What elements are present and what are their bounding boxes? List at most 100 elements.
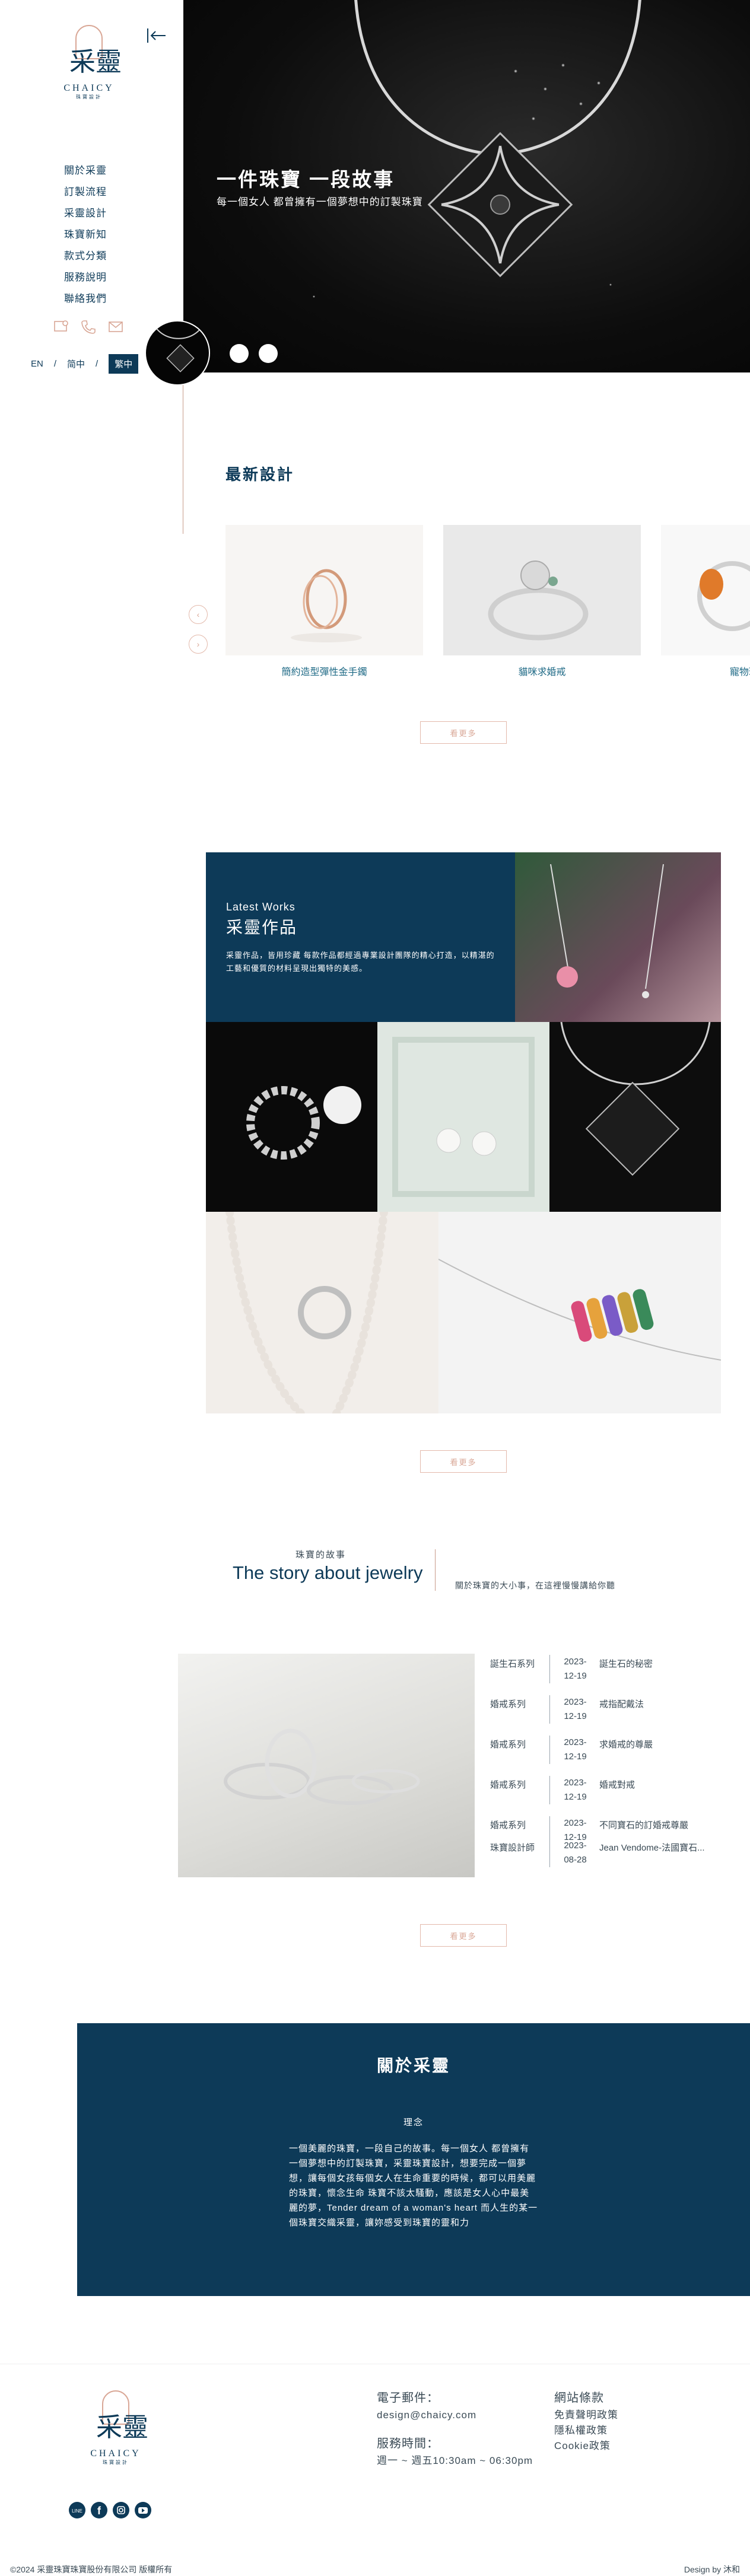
booking-icon[interactable] [53,319,69,335]
nav-item-news[interactable]: 珠寶新知 [64,224,107,246]
hero-dot-2[interactable] [230,344,249,363]
youtube-icon[interactable] [135,2502,151,2518]
story-article-row[interactable]: 婚戒系列 2023-12-19 不同寶石的訂婚戒尊嚴 [490,1816,727,1845]
works-tile-brooch[interactable] [206,1022,377,1212]
brand-tagline: 珠寶設計 [76,94,102,100]
latest-more-button[interactable]: 看更多 [420,721,507,744]
article-title[interactable]: 誕生石的秘密 [599,1655,712,1670]
article-date: 2023-08-28 [549,1839,592,1867]
article-date: 2023-12-19 [549,1655,592,1683]
nav-item-categories[interactable]: 款式分類 [64,246,107,267]
latest-section-title: 最新設計 [225,466,295,483]
works-description: 采靈作品，皆用珍藏 每款作品都經過專業設計團隊的精心打造，以精湛的工藝和優質的材… [226,951,495,973]
email-label: 電子郵件： [377,2392,439,2405]
footer-logo[interactable]: 采靈 CHAICY 珠寶設計 [80,2390,151,2466]
story-title-en: The story about jewelry [233,1562,423,1583]
story-article-row[interactable]: 婚戒系列 2023-12-19 求婚戒的尊嚴 [490,1736,727,1776]
svg-text:LINE: LINE [72,2508,82,2514]
works-more-button[interactable]: 看更多 [420,1450,507,1473]
contact-icons [53,319,123,335]
lang-divider: / [53,359,57,369]
terms-link-privacy[interactable]: 隱私權政策 [554,2423,618,2438]
terms-label: 網站條款 [554,2392,604,2405]
about-text: 一個美麗的珠寶，一段自己的故事。每一個女人 都曾擁有一個夢想中的訂製珠寶，采靈珠… [289,2144,538,2228]
product-card[interactable]: 簡約造型彈性金手鐲 [225,525,423,678]
nav-item-process[interactable]: 訂製流程 [64,182,107,203]
nav-item-about[interactable]: 關於采靈 [64,160,107,182]
hero-subtitle: 每一個女人 都曾擁有一個夢想中的訂製珠寶 [217,196,423,208]
product-image [225,525,423,655]
article-category: 誕生石系列 [490,1659,535,1669]
nav-item-design[interactable]: 采靈設計 [64,203,107,224]
hero-dot-active[interactable] [145,320,210,386]
carousel-prev-button[interactable]: ‹ [189,605,208,624]
svg-text:f: f [97,2505,101,2517]
story-article-list: 誕生石系列 2023-12-19 誕生石的秘密 婚戒系列 2023-12-19 … [490,1655,727,1879]
main-nav: 關於采靈 訂製流程 采靈設計 珠寶新知 款式分類 服務說明 聯絡我們 [64,160,107,310]
works-tile-pearl-necklace[interactable] [206,1212,438,1413]
brand-tagline: 珠寶設計 [103,2460,129,2465]
article-title[interactable]: 不同寶石的訂婚戒尊嚴 [599,1816,712,1831]
article-date: 2023-12-19 [549,1736,592,1764]
story-article-row[interactable]: 婚戒系列 2023-12-19 婚戒對戒 [490,1776,727,1816]
design-credit[interactable]: Design by 沐和 [684,2564,740,2575]
terms-link-cookie[interactable]: Cookie政策 [554,2438,618,2454]
works-tile-earrings[interactable] [515,852,721,1022]
line-icon[interactable]: LINE [69,2502,85,2518]
chevron-left-icon: ‹ [196,610,200,619]
product-image [443,525,641,655]
works-tile-color-necklace[interactable] [438,1212,721,1413]
product-card[interactable]: 寵物珠寶-貓咪 [661,525,750,678]
article-title[interactable]: 戒指配戴法 [599,1695,712,1710]
logo-mark-icon: 采靈 [69,25,122,77]
story-article-row[interactable]: 珠寶設計師 2023-08-28 Jean Vendome-法國寶石... [490,1839,727,1879]
lang-simplified[interactable]: 简中 [67,358,85,370]
works-section: Latest Works 采靈作品 采靈作品，皆用珍藏 每款作品都經過專業設計團… [206,852,721,1413]
hours-value: 週一 ~ 週五10:30am ~ 06:30pm [377,2455,533,2466]
product-label: 貓咪求婚戒 [518,667,566,677]
article-category: 珠寶設計師 [490,1843,535,1853]
lang-en[interactable]: EN [31,359,43,369]
story-article-row[interactable]: 婚戒系列 2023-12-19 戒指配戴法 [490,1695,727,1736]
works-title-zh: 采靈作品 [226,918,298,937]
instagram-icon[interactable] [113,2502,129,2518]
brand-name-en: CHAICY [63,83,115,93]
carousel-next-button[interactable]: › [189,635,208,654]
facebook-icon[interactable]: f [91,2502,107,2518]
story-feature-image[interactable] [178,1654,475,1877]
chevron-right-icon: › [196,639,200,649]
brand-logo[interactable]: 采靈 CHAICY 珠寶設計 [53,25,125,100]
product-image [661,525,750,655]
article-date: 2023-12-19 [549,1695,592,1724]
article-title[interactable]: 婚戒對戒 [599,1776,712,1791]
story-more-button[interactable]: 看更多 [420,1924,507,1947]
works-tile-pendant[interactable] [549,1022,721,1212]
nav-item-service[interactable]: 服務說明 [64,267,107,288]
hero-title: 一件珠寶 一段故事 [217,168,395,190]
collapse-sidebar-icon[interactable] [145,27,167,44]
article-title[interactable]: Jean Vendome-法國寶石... [599,1839,712,1854]
lang-divider: / [96,359,98,369]
brand-name-en: CHAICY [90,2448,141,2459]
terms-link-disclaimer[interactable]: 免責聲明政策 [554,2408,618,2423]
latest-carousel: 簡約造型彈性金手鐲 貓咪求婚戒 寵物珠寶-貓咪 [225,525,750,691]
story-description: 關於珠寶的大小事，在這裡慢慢講給你聽 [455,1581,615,1590]
product-card[interactable]: 貓咪求婚戒 [443,525,641,678]
email-link[interactable]: design@chaicy.com [377,2408,533,2423]
sidebar: 采靈 CHAICY 珠寶設計 關於采靈 訂製流程 采靈設計 珠寶新知 款式分類 … [0,0,183,534]
article-category: 婚戒系列 [490,1740,526,1750]
nav-item-contact[interactable]: 聯絡我們 [64,288,107,310]
story-title-zh: 珠寶的故事 [295,1550,347,1560]
mail-icon[interactable] [108,319,123,335]
lang-traditional[interactable]: 繁中 [109,354,139,374]
hero-dot-3[interactable] [259,344,278,363]
logo-mark-icon: 采靈 [96,2390,148,2443]
article-category: 婚戒系列 [490,1699,526,1709]
story-article-row[interactable]: 誕生石系列 2023-12-19 誕生石的秘密 [490,1655,727,1695]
article-category: 婚戒系列 [490,1780,526,1790]
works-tile-pearl-earrings[interactable] [377,1022,549,1212]
product-label: 簡約造型彈性金手鐲 [281,667,367,677]
works-intro-panel: Latest Works 采靈作品 采靈作品，皆用珍藏 每款作品都經過專業設計團… [206,852,515,1022]
article-title[interactable]: 求婚戒的尊嚴 [599,1736,712,1750]
phone-icon[interactable] [81,319,96,335]
